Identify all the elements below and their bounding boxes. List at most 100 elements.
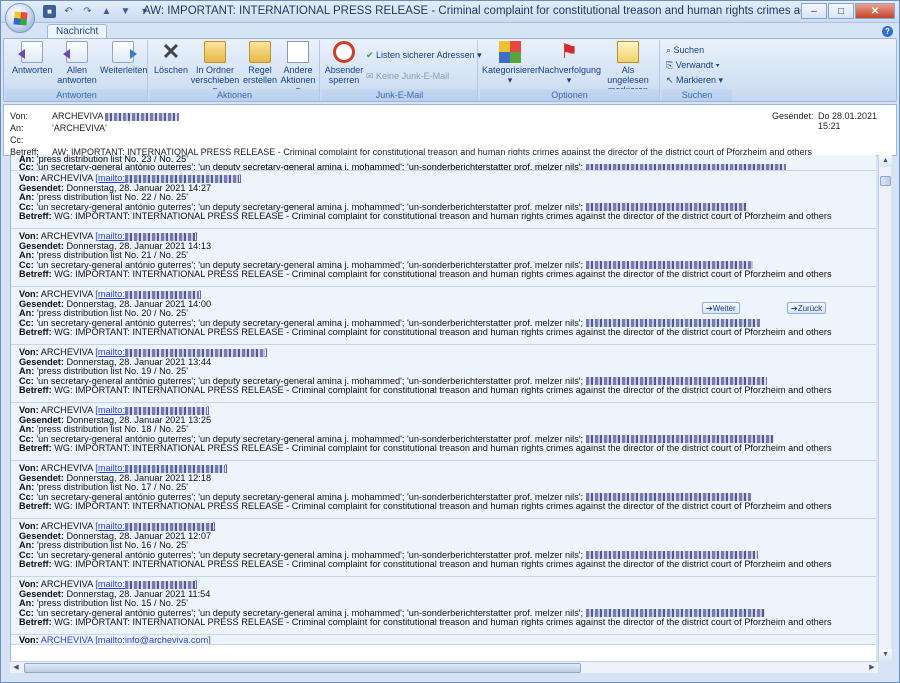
window-title: AW: IMPORTANT: INTERNATIONAL PRESS RELEA… — [143, 5, 823, 17]
subject-label: Betreff: — [19, 443, 52, 454]
horizontal-scrollbar[interactable]: ◀ ▶ — [10, 661, 878, 673]
help-icon[interactable]: ? — [882, 26, 893, 37]
move-to-folder-button[interactable]: In Ordner verschieben ▾ — [188, 41, 242, 95]
related-button[interactable]: ⎘ Verwandt ▾ — [666, 60, 720, 71]
scroll-up-icon[interactable]: ▲ — [879, 155, 892, 167]
mailto-link[interactable]: [mailto:] — [95, 289, 201, 299]
reply-icon — [18, 41, 43, 63]
previous-item-icon[interactable]: ▲ — [100, 5, 113, 18]
subject-label: Betreff: — [19, 327, 52, 338]
undo-icon[interactable]: ↶ — [62, 5, 75, 18]
group-optionen: Kategorisieren ▾ ⚑ Nachverfolgung ▾ Als … — [480, 40, 660, 101]
mailto-prefix: [mailto: — [95, 289, 125, 299]
redacted-recipients — [585, 435, 774, 444]
group-label-suchen: Suchen — [662, 89, 732, 101]
next-item-icon[interactable]: ▼ — [119, 5, 132, 18]
next-button[interactable]: ➔Weiter — [702, 302, 740, 314]
other-actions-button[interactable]: Andere Aktionen ▾ — [278, 41, 318, 95]
mailto-prefix: [mailto: — [95, 173, 125, 183]
delete-button[interactable]: ✕ Löschen — [153, 41, 189, 76]
categorize-label: Kategorisieren — [482, 65, 541, 75]
to-value[interactable]: 'ARCHEVIVA' — [52, 123, 107, 133]
message-body[interactable]: An: 'press distribution list No. 23 / No… — [10, 155, 876, 661]
cc-text: 'un secretary-general antónio guterres';… — [36, 201, 584, 212]
minimize-button[interactable]: – — [801, 3, 827, 19]
categorize-button[interactable]: Kategorisieren ▾ — [482, 41, 541, 85]
mailto-link[interactable]: ARCHEVIVA [mailto:info@archeviva.com] — [41, 635, 211, 644]
reply-all-button[interactable]: Allen antworten — [56, 41, 98, 85]
vertical-scrollbar[interactable]: ▲ ▼ — [878, 155, 892, 661]
mailto-link[interactable]: [mailto:] — [95, 405, 209, 415]
from-label: Von: — [19, 289, 39, 299]
sent-text: Donnerstag, 28. Januar 2021 14:27 — [66, 182, 212, 193]
forward-icon — [112, 41, 137, 63]
mailto-link[interactable]: [mailto:] — [95, 173, 241, 183]
subject-text: WG: IMPORTANT: INTERNATIONAL PRESS RELEA… — [54, 385, 832, 396]
quoted-message: Von: ARCHEVIVA [mailto:] Gesendet: Donner… — [11, 461, 876, 519]
safe-lists-button[interactable]: ✔ Listen sicherer Adressen ▾ — [366, 50, 482, 61]
quoted-message: Von: ARCHEVIVA [mailto:] Gesendet: Donner… — [11, 519, 876, 577]
office-button[interactable] — [5, 3, 35, 33]
maximize-button[interactable]: □ — [828, 3, 854, 19]
message-header: Von: ARCHEVIVA An: 'ARCHEVIVA' Cc: Betre… — [3, 104, 897, 157]
subject-label: Betreff: — [19, 617, 52, 628]
block-sender-button[interactable]: Absender sperren — [324, 41, 364, 85]
not-junk-button[interactable]: ✉ Keine Junk-E-Mail — [366, 71, 449, 82]
from-value[interactable]: ARCHEVIVA — [52, 111, 180, 121]
select-button[interactable]: ↖ Markieren ▾ — [666, 75, 723, 86]
scroll-left-icon[interactable]: ◀ — [10, 662, 22, 674]
tab-nachricht[interactable]: Nachricht — [47, 24, 108, 39]
cc-label: Cc: — [19, 259, 34, 270]
rule-label-2: erstellen — [242, 75, 278, 85]
horizontal-scroll-thumb[interactable] — [24, 663, 581, 673]
mailto-link[interactable]: [mailto:] — [95, 579, 197, 589]
mailto-link[interactable]: [mailto:] — [95, 347, 267, 357]
mailto-prefix: [mailto: — [95, 463, 125, 473]
group-label-junk: Junk-E-Mail — [322, 89, 477, 101]
mailto-link[interactable]: [mailto:] — [95, 521, 215, 531]
cc-label: Cc: — [19, 491, 34, 502]
mailto-link[interactable]: [mailto:] — [95, 231, 197, 241]
redacted-address — [124, 464, 225, 473]
arrow-right-icon: ➔ — [706, 304, 713, 313]
redacted-recipients — [585, 493, 751, 502]
subject-label: Betreff: — [19, 501, 52, 512]
reply-button[interactable]: Antworten — [12, 41, 53, 75]
followup-button[interactable]: ⚑ Nachverfolgung ▾ — [538, 41, 602, 85]
scroll-down-icon[interactable]: ▼ — [879, 649, 892, 661]
rule-icon — [249, 41, 271, 63]
save-icon[interactable]: ■ — [43, 5, 56, 18]
subject-text: WG: IMPORTANT: INTERNATIONAL PRESS RELEA… — [54, 269, 832, 280]
vertical-scroll-thumb[interactable] — [880, 176, 891, 186]
to-text: 'press distribution list No. 19 / No. 25… — [36, 366, 188, 377]
redacted-recipients — [585, 609, 765, 618]
sent-label: Gesendet: — [19, 472, 64, 483]
find-button[interactable]: ⌕ Suchen — [666, 45, 704, 56]
categorize-icon — [499, 41, 521, 63]
block-sender-icon — [333, 41, 355, 63]
mark-unread-button[interactable]: Als ungelesen markieren — [600, 41, 656, 95]
reply-label: Antworten — [12, 65, 53, 75]
folder-icon — [204, 41, 226, 63]
from-label: Von: — [19, 405, 39, 415]
previous-button[interactable]: ➔Zurück — [787, 302, 827, 314]
scroll-right-icon[interactable]: ▶ — [866, 662, 878, 674]
redacted-address — [124, 406, 207, 415]
forward-button[interactable]: Weiterleiten — [100, 41, 147, 75]
quoted-message: Von: ARCHEVIVA [mailto:] Gesendet: Donner… — [11, 577, 876, 635]
select-icon: ↖ — [666, 75, 677, 85]
to-label: An: — [19, 482, 35, 493]
create-rule-button[interactable]: Regel erstellen — [242, 41, 278, 85]
subject-label: Betreff: — [19, 559, 52, 570]
other-actions-icon — [287, 41, 309, 63]
group-label-aktionen: Aktionen — [150, 89, 319, 101]
to-label: An: — [10, 123, 24, 133]
close-button[interactable]: ✕ — [855, 3, 895, 19]
mailto-link[interactable]: [mailto:] — [95, 463, 227, 473]
mark-unread-icon — [617, 41, 639, 63]
move-label-1: In Ordner — [195, 65, 235, 75]
followup-label: Nachverfolgung — [538, 65, 602, 75]
to-label: An: — [19, 192, 35, 203]
cc-label: Cc: — [19, 375, 34, 386]
redo-icon[interactable]: ↷ — [81, 5, 94, 18]
